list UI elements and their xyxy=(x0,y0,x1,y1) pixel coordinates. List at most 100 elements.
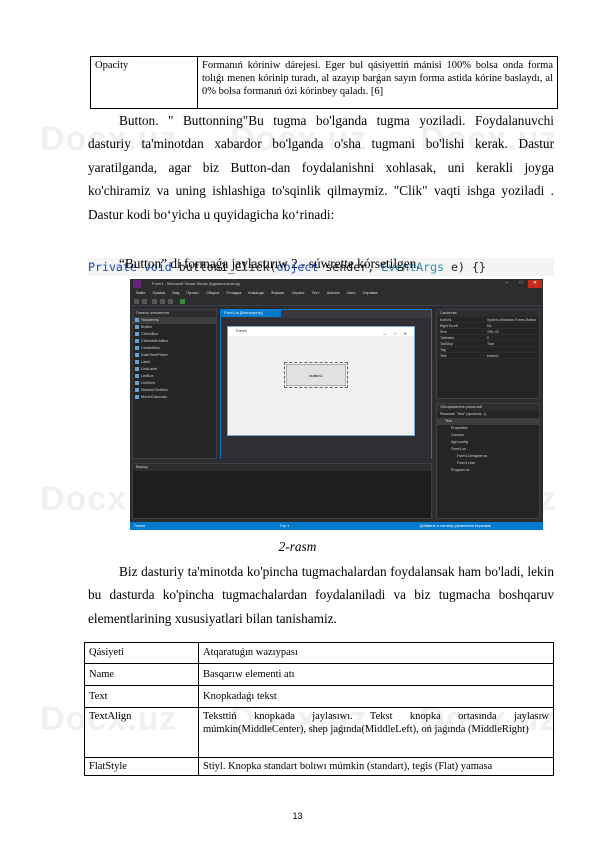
description-cell: Teksttiń knopkada jaylasıwı. Tekst knopk… xyxy=(198,707,554,758)
maskedtextbox-icon xyxy=(135,388,139,392)
label-icon xyxy=(135,360,139,364)
visual-studio-screenshot: Form1 - Microsoft Visual Studio (Админис… xyxy=(130,279,543,530)
solution-item: Program.cs xyxy=(451,468,470,472)
undo-icon xyxy=(160,299,165,304)
table-row: Text Knopkadaǵı tekst xyxy=(84,685,554,708)
description-cell: Knopkadaǵı tekst xyxy=(198,685,554,708)
description-cell: Stiyl. Knopka standart bolıwı múmkin (st… xyxy=(198,757,554,776)
toolbox-item: CheckedListBox xyxy=(133,338,216,345)
table-row: Name Basqarıw elementi atı xyxy=(84,663,554,686)
combobox-icon xyxy=(135,346,139,350)
back-icon xyxy=(134,299,139,304)
table-row: FlatStyle Stiyl. Knopka standart bolıwı … xyxy=(84,757,554,776)
property-cell: Name xyxy=(84,663,199,686)
save-icon xyxy=(152,299,157,304)
property-cell: FlatStyle xyxy=(84,757,199,776)
toolbox-item: DateTimePicker xyxy=(133,352,216,359)
listview-icon xyxy=(135,381,139,385)
toolbox-header: Панель элементов xyxy=(133,310,216,317)
solution-item: Form1.resx xyxy=(457,461,476,465)
toolbox-item: MonthCalendar xyxy=(133,394,216,401)
designer-tab: Form1.cs [Конструктор] xyxy=(221,310,281,317)
menu-item: Команда xyxy=(248,291,264,295)
header-cell: Qásiyeti xyxy=(84,642,199,664)
solution-item: Test xyxy=(437,418,539,425)
output-header: Вывод xyxy=(133,464,431,471)
windows-form-preview: Form1— □ ✕ button1 xyxy=(227,326,415,436)
property-cell: TextAlign xyxy=(84,707,199,758)
paragraph-button-intro: Button. " Buttonning"Bu tugma bo'lganda … xyxy=(88,113,554,222)
visual-studio-logo-icon xyxy=(133,280,141,288)
toolbox-item: CheckBox xyxy=(133,331,216,338)
ide-title-bar: Form1 - Microsoft Visual Studio (Админис… xyxy=(130,279,543,289)
toolbox-item: Label xyxy=(133,359,216,366)
maximize-icon: □ xyxy=(519,280,523,286)
checkbox-icon xyxy=(135,332,139,336)
figure-caption: 2-rasm xyxy=(278,539,317,554)
menu-item: Справка xyxy=(362,291,378,295)
form-title-bar: Form1— □ ✕ xyxy=(228,327,414,336)
table-row: Opacity Formanıń kóriniw dárejesi. Eger … xyxy=(90,56,558,109)
status-line: Стр 1 xyxy=(280,524,290,528)
solution-explorer: Обозреватель решений Решение "Test" (про… xyxy=(436,403,540,519)
menu-item: Вид xyxy=(172,291,180,295)
header-cell: Atqaratuǵın wazıypası xyxy=(198,642,554,664)
minimize-icon: – xyxy=(505,280,509,286)
status-ready: Готово xyxy=(134,524,146,528)
ide-menu-bar: Файл Правка Вид Проект Сборка Отладка Ко… xyxy=(130,289,543,297)
menu-item: Окно xyxy=(346,291,356,295)
menu-item: Правка xyxy=(152,291,166,295)
properties-panel: Свойства button1 System.Windows.Forms.But… xyxy=(436,309,540,399)
description-cell: Basqarıw elementi atı xyxy=(198,663,554,686)
start-icon xyxy=(180,299,185,304)
ide-status-bar: Готово Стр 1 Добавить в систему управлен… xyxy=(130,522,543,530)
toolbox-panel: Панель элементов Указатель Button CheckB… xyxy=(132,309,217,459)
property-cell: Text xyxy=(84,685,199,708)
top-property-table: Opacity Formanıń kóriniw dárejesi. Eger … xyxy=(90,56,558,109)
toolbox-item: LinkLabel xyxy=(133,366,216,373)
menu-item: Сборка xyxy=(206,291,220,295)
forward-icon xyxy=(142,299,147,304)
toolbox-item: Button xyxy=(133,324,216,331)
property-cell: Opacity xyxy=(90,56,198,109)
status-source-control: Добавить в систему управления версиями xyxy=(420,524,491,528)
ide-toolbar xyxy=(130,297,543,306)
menu-item: Анализ xyxy=(326,291,340,295)
menu-item: Тест xyxy=(311,291,320,295)
table-header-row: Qásiyeti Atqaratuǵın wazıypası xyxy=(84,642,554,664)
menu-item: Файл xyxy=(136,291,146,295)
toolbox-item: Указатель xyxy=(133,317,216,324)
solution-item: Ссылки xyxy=(451,433,464,437)
paragraph-button-properties: Biz dasturiy ta'minotda ko'pincha tugmac… xyxy=(88,564,554,626)
menu-item: Отладка xyxy=(226,291,242,295)
redo-icon xyxy=(168,299,173,304)
ide-window-title: Form1 - Microsoft Visual Studio (Админис… xyxy=(152,281,241,286)
toolbox-item: MaskedTextBox xyxy=(133,387,216,394)
button-icon xyxy=(135,325,139,329)
description-cell: Formanıń kóriniw dárejesi. Eger bul qási… xyxy=(197,56,558,109)
solution-item: Решение "Test" (проекты: 1) xyxy=(440,412,487,416)
toolbox-item: ListBox xyxy=(133,373,216,380)
monthcalendar-icon xyxy=(135,395,139,399)
solution-item: Form1.cs xyxy=(451,447,466,451)
solution-item: Form1.Designer.cs xyxy=(457,454,488,458)
toolbox-item: ListView xyxy=(133,380,216,387)
figure-intro: “Button” di formaǵa jaylastırıw 2 - súwr… xyxy=(119,256,420,271)
solution-item: Properties xyxy=(451,426,468,430)
button-properties-table: Qásiyeti Atqaratuǵın wazıypası Name Basq… xyxy=(84,642,554,776)
close-icon: ✕ xyxy=(528,280,542,288)
table-row: TextAlign Teksttiń knopkada jaylasıwı. T… xyxy=(84,707,554,758)
menu-item: Проект xyxy=(186,291,199,295)
datetimepicker-icon xyxy=(135,353,139,357)
menu-item: Формат xyxy=(270,291,285,295)
properties-header: Свойства xyxy=(437,310,539,317)
checkedlistbox-icon xyxy=(135,339,139,343)
linklabel-icon xyxy=(135,367,139,371)
property-row: Text button1 xyxy=(437,353,539,359)
listbox-icon xyxy=(135,374,139,378)
toolbox-item: ComboBox xyxy=(133,345,216,352)
menu-item: Сервис xyxy=(291,291,305,295)
output-panel: Вывод xyxy=(132,463,432,519)
solution-item: App.config xyxy=(451,440,468,444)
pointer-icon xyxy=(135,318,139,322)
